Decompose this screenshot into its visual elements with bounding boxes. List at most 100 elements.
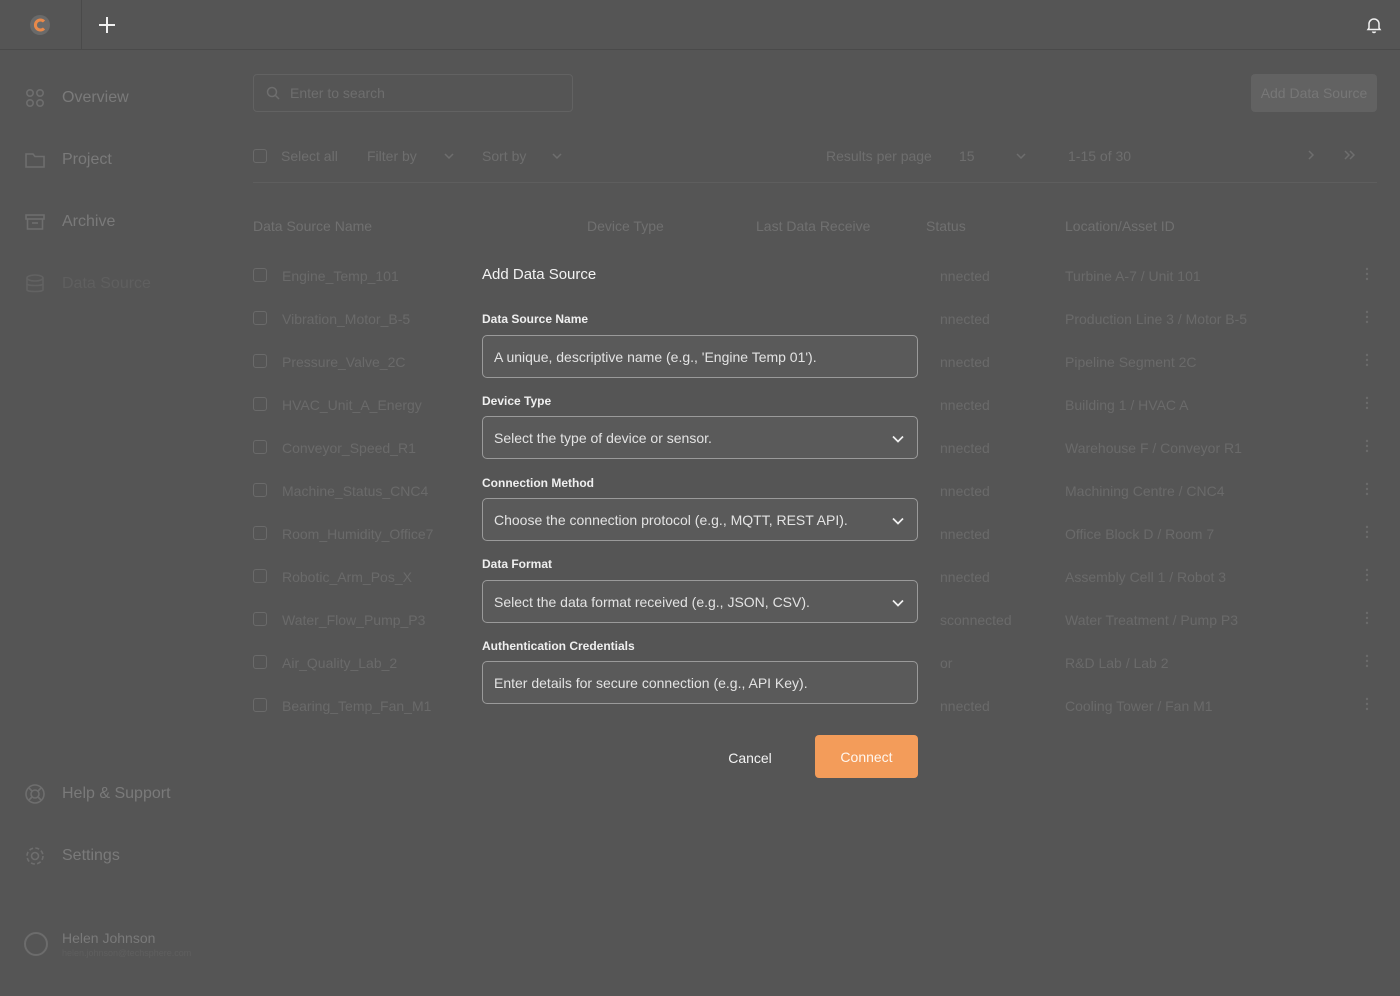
plus-icon[interactable] — [96, 14, 118, 36]
row-location: Water Treatment / Pump P3 — [1065, 612, 1238, 628]
row-status: nnected — [940, 483, 990, 499]
more-options-icon[interactable] — [1364, 438, 1370, 454]
more-options-icon[interactable] — [1364, 610, 1370, 626]
more-options-icon[interactable] — [1364, 352, 1370, 368]
sidebar-item-settings[interactable]: Settings — [24, 844, 120, 868]
row-name: Machine_Status_CNC4 — [282, 483, 429, 499]
gear-icon — [26, 847, 44, 865]
search-icon — [266, 86, 280, 100]
row-status: nnected — [940, 268, 990, 284]
row-checkbox[interactable] — [253, 526, 267, 540]
row-status: nnected — [940, 569, 990, 585]
row-name: Water_Flow_Pump_P3 — [282, 612, 426, 628]
row-checkbox[interactable] — [253, 440, 267, 454]
data-source-name-input[interactable] — [482, 335, 918, 378]
modal-title: Add Data Source — [482, 266, 597, 283]
results-per-page-select[interactable]: 15 — [959, 146, 1027, 166]
add-data-source-button[interactable]: Add Data Source — [1251, 74, 1377, 112]
row-checkbox[interactable] — [253, 311, 267, 325]
chevron-down-icon — [892, 599, 904, 607]
column-header-location[interactable]: Location/Asset ID — [1065, 218, 1175, 234]
sidebar-item-archive[interactable]: Archive — [24, 210, 115, 234]
more-options-icon[interactable] — [1364, 567, 1370, 583]
row-location: R&D Lab / Lab 2 — [1065, 655, 1169, 671]
filter-by-dropdown[interactable]: Filter by — [367, 146, 455, 166]
device-type-select[interactable]: Select the type of device or sensor. — [482, 416, 918, 459]
user-email: helen.johnson@techsphere.com — [62, 948, 192, 958]
row-location: Assembly Cell 1 / Robot 3 — [1065, 569, 1227, 585]
data-format-placeholder: Select the data format received (e.g., J… — [494, 593, 810, 610]
connect-button[interactable]: Connect — [815, 735, 918, 778]
user-profile[interactable]: Helen Johnson helen.johnson@techsphere.c… — [24, 930, 191, 958]
grid-icon — [25, 88, 45, 108]
row-status: nnected — [940, 698, 990, 714]
field-label-data-format: Data Format — [482, 557, 553, 571]
search-input[interactable]: Enter to search — [253, 74, 573, 112]
bell-icon[interactable] — [1365, 16, 1383, 34]
sidebar-item-label: Data Source — [62, 275, 151, 292]
results-per-page-label: Results per page — [826, 148, 932, 164]
row-status: nnected — [940, 397, 990, 413]
sidebar-item-data-source[interactable]: Data Source — [24, 272, 151, 296]
row-checkbox[interactable] — [253, 655, 267, 669]
row-checkbox[interactable] — [253, 483, 267, 497]
user-name: Helen Johnson — [62, 930, 156, 946]
sidebar-item-label: Archive — [62, 213, 116, 230]
lifebuoy-icon — [25, 784, 45, 804]
sidebar-item-label: Help & Support — [62, 785, 171, 802]
chevron-down-icon — [552, 153, 562, 160]
authentication-credentials-input[interactable] — [482, 661, 918, 704]
column-header-device-type[interactable]: Device Type — [587, 218, 664, 234]
sidebar-item-label: Project — [62, 151, 112, 168]
row-checkbox[interactable] — [253, 698, 267, 712]
chevron-right-icon[interactable] — [1305, 149, 1317, 161]
column-header-name[interactable]: Data Source Name — [253, 218, 372, 234]
database-icon — [26, 274, 44, 293]
more-options-icon[interactable] — [1364, 653, 1370, 669]
row-checkbox[interactable] — [253, 612, 267, 626]
chevron-down-icon — [1016, 153, 1026, 160]
more-options-icon[interactable] — [1364, 481, 1370, 497]
row-name: Room_Humidity_Office7 — [282, 526, 434, 542]
cancel-button[interactable]: Cancel — [710, 736, 790, 779]
row-name: HVAC_Unit_A_Energy — [282, 397, 422, 413]
column-header-status[interactable]: Status — [926, 218, 966, 234]
row-location: Machining Centre / CNC4 — [1065, 483, 1225, 499]
top-bar — [0, 0, 1400, 50]
row-checkbox[interactable] — [253, 354, 267, 368]
data-format-select[interactable]: Select the data format received (e.g., J… — [482, 580, 918, 623]
field-label-auth: Authentication Credentials — [482, 639, 635, 653]
row-status: nnected — [940, 526, 990, 542]
row-location: Pipeline Segment 2C — [1065, 354, 1197, 370]
more-options-icon[interactable] — [1364, 524, 1370, 540]
field-label-name: Data Source Name — [482, 312, 589, 326]
connection-method-select[interactable]: Choose the connection protocol (e.g., MQ… — [482, 498, 918, 541]
results-per-page-value: 15 — [959, 148, 975, 164]
chevron-down-icon — [892, 517, 904, 525]
toolbar-divider — [253, 182, 1377, 183]
more-options-icon[interactable] — [1364, 696, 1370, 712]
double-chevron-right-icon[interactable] — [1343, 149, 1357, 161]
sidebar-item-label: Settings — [62, 847, 120, 864]
row-status: nnected — [940, 354, 990, 370]
sidebar-item-overview[interactable]: Overview — [24, 86, 129, 110]
select-all[interactable]: Select all — [253, 146, 338, 166]
app-logo-icon[interactable] — [29, 14, 51, 36]
column-header-last-data[interactable]: Last Data Receive — [756, 218, 870, 234]
more-options-icon[interactable] — [1364, 395, 1370, 411]
sort-by-dropdown[interactable]: Sort by — [482, 146, 563, 166]
select-all-label: Select all — [281, 148, 338, 164]
row-checkbox[interactable] — [253, 569, 267, 583]
sort-by-label: Sort by — [482, 148, 527, 164]
select-all-checkbox[interactable] — [253, 149, 267, 163]
row-checkbox[interactable] — [253, 397, 267, 411]
row-checkbox[interactable] — [253, 268, 267, 282]
row-location: Production Line 3 / Motor B-5 — [1065, 311, 1248, 327]
more-options-icon[interactable] — [1364, 309, 1370, 325]
sidebar-item-label: Overview — [62, 89, 129, 106]
sidebar-item-project[interactable]: Project — [24, 148, 112, 172]
row-location: Warehouse F / Conveyor R1 — [1065, 440, 1242, 456]
more-options-icon[interactable] — [1364, 266, 1370, 282]
sidebar-item-help[interactable]: Help & Support — [24, 782, 171, 806]
filter-by-label: Filter by — [367, 148, 417, 164]
